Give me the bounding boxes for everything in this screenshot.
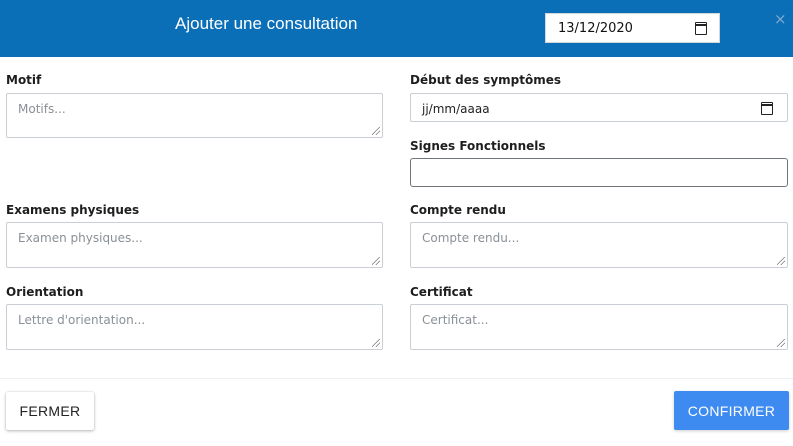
examens-physiques-textarea[interactable]: Examen physiques... — [6, 222, 383, 268]
certificat-textarea[interactable]: Certificat... — [410, 304, 788, 350]
resize-handle-icon[interactable] — [777, 339, 785, 347]
resize-handle-icon[interactable] — [777, 257, 785, 265]
orientation-placeholder: Lettre d'orientation... — [18, 313, 146, 327]
certificat-label: Certificat — [410, 285, 473, 299]
debut-symptomes-label: Début des symptômes — [410, 73, 562, 87]
orientation-textarea[interactable]: Lettre d'orientation... — [6, 304, 383, 350]
resize-handle-icon[interactable] — [372, 127, 380, 135]
signes-fonctionnels-input[interactable] — [410, 158, 788, 187]
examens-physiques-placeholder: Examen physiques... — [18, 231, 143, 245]
examens-physiques-label: Examens physiques — [6, 203, 140, 217]
motif-label: Motif — [6, 73, 42, 87]
debut-symptomes-date-input[interactable]: jj/mm/aaaa — [410, 93, 788, 122]
resize-handle-icon[interactable] — [372, 339, 380, 347]
certificat-placeholder: Certificat... — [422, 313, 489, 327]
motif-textarea[interactable]: Motifs... — [6, 93, 383, 138]
footer-divider — [0, 378, 793, 379]
consultation-date-input[interactable]: 13/12/2020 — [545, 13, 720, 43]
motif-placeholder: Motifs... — [18, 102, 66, 116]
compte-rendu-placeholder: Compte rendu... — [422, 231, 520, 245]
modal-header: Ajouter une consultation 13/12/2020 × — [0, 0, 793, 57]
calendar-icon[interactable] — [761, 102, 773, 115]
calendar-icon[interactable] — [695, 22, 707, 35]
orientation-label: Orientation — [6, 285, 84, 299]
compte-rendu-label: Compte rendu — [410, 203, 506, 217]
signes-fonctionnels-label: Signes Fonctionnels — [410, 139, 546, 153]
debut-symptomes-value: jj/mm/aaaa — [422, 102, 490, 116]
fermer-button[interactable]: FERMER — [6, 392, 94, 430]
confirmer-button[interactable]: CONFIRMER — [674, 391, 789, 430]
compte-rendu-textarea[interactable]: Compte rendu... — [410, 222, 788, 268]
modal-title: Ajouter une consultation — [175, 14, 358, 33]
close-icon[interactable]: × — [774, 10, 787, 28]
resize-handle-icon[interactable] — [372, 257, 380, 265]
consultation-date-value: 13/12/2020 — [558, 21, 633, 36]
